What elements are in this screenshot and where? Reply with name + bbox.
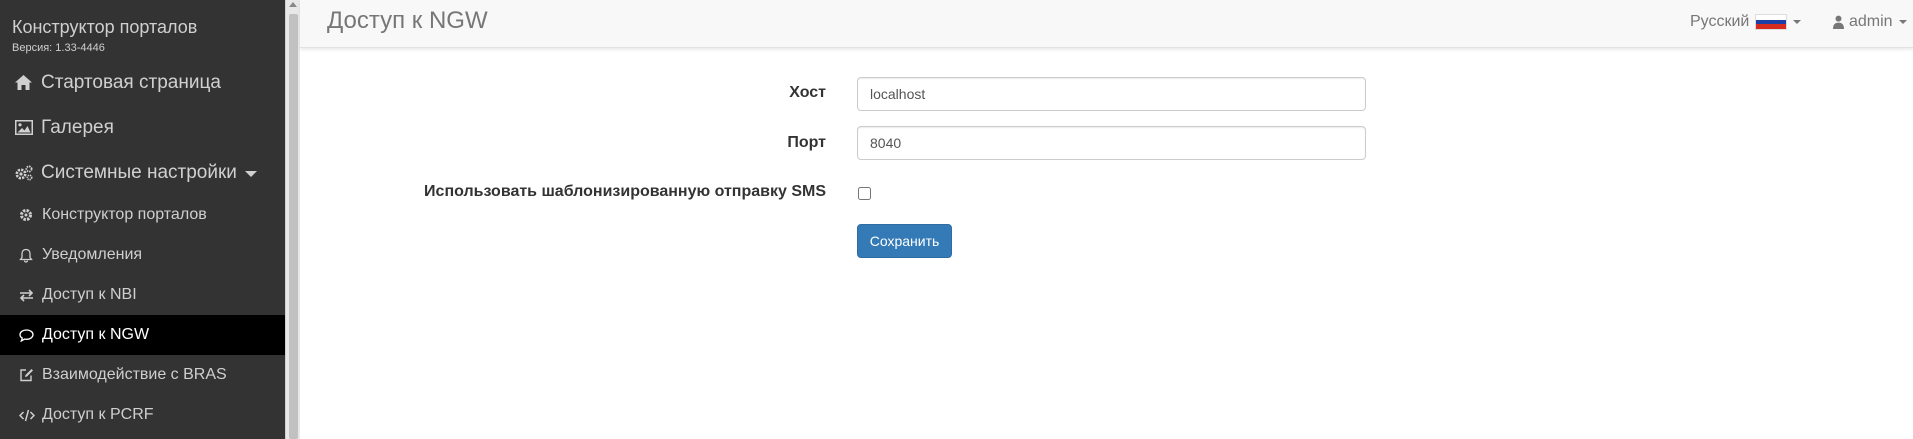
sidebar-item-label: Взаимодействие с BRAS bbox=[42, 366, 227, 383]
edit-icon bbox=[19, 368, 35, 382]
scrollbar-thumb[interactable] bbox=[289, 14, 298, 439]
sidebar-item-label: Стартовая страница bbox=[41, 71, 221, 93]
language-label: Русский bbox=[1690, 13, 1750, 30]
sidebar-item-label: Конструктор порталов bbox=[42, 206, 207, 223]
user-icon bbox=[1833, 15, 1844, 29]
header: Доступ к NGW Русский admin bbox=[300, 0, 1913, 48]
port-input[interactable] bbox=[857, 126, 1366, 160]
brand-version: Версия: 1.33-4446 bbox=[12, 42, 105, 54]
save-button[interactable]: Сохранить bbox=[857, 224, 952, 258]
chevron-down-icon bbox=[1793, 20, 1802, 24]
chevron-down-icon bbox=[244, 170, 257, 177]
user-menu[interactable]: admin bbox=[1833, 0, 1907, 44]
image-icon bbox=[15, 120, 35, 135]
sidebar-item-portal-builder[interactable]: Конструктор порталов bbox=[0, 195, 285, 235]
gear-icon bbox=[19, 208, 35, 222]
sidebar-item-label: Системные настройки bbox=[41, 161, 237, 183]
sidebar-item-label: Доступ к PCRF bbox=[42, 406, 154, 423]
sidebar-item-label: Уведомления bbox=[42, 246, 143, 263]
language-dropdown[interactable]: Русский bbox=[1690, 0, 1802, 44]
host-input[interactable] bbox=[857, 77, 1366, 111]
sidebar-item-label: Доступ к NGW bbox=[42, 326, 150, 343]
sms-template-checkbox[interactable] bbox=[858, 187, 871, 200]
scroll-up-arrow-icon[interactable] bbox=[289, 2, 297, 7]
brand-title[interactable]: Конструктор порталов bbox=[12, 16, 285, 38]
sidebar-item-ngw-access[interactable]: Доступ к NGW bbox=[0, 315, 285, 355]
comment-icon bbox=[19, 328, 35, 342]
gears-icon bbox=[15, 165, 35, 181]
sidebar-item-pcrf-access[interactable]: Доступ к PCRF bbox=[0, 395, 285, 435]
sidebar-item-bras[interactable]: Взаимодействие с BRAS bbox=[0, 355, 285, 395]
sidebar-item-label: Галерея bbox=[41, 116, 114, 138]
sidebar: Конструктор порталов Версия: 1.33-4446 С… bbox=[0, 0, 285, 439]
page-title: Доступ к NGW bbox=[327, 7, 488, 34]
russian-flag-icon bbox=[1755, 14, 1788, 30]
code-icon bbox=[19, 409, 35, 422]
user-name: admin bbox=[1849, 13, 1893, 30]
chevron-down-icon bbox=[1898, 20, 1907, 24]
sidebar-item-start-page[interactable]: Стартовая страница bbox=[0, 60, 285, 105]
sidebar-item-label: Доступ к NBI bbox=[42, 286, 137, 303]
brand: Конструктор порталов Версия: 1.33-4446 bbox=[0, 0, 285, 60]
sidebar-item-nbi-access[interactable]: Доступ к NBI bbox=[0, 275, 285, 315]
home-icon bbox=[15, 75, 35, 90]
scrollbar[interactable] bbox=[285, 0, 300, 439]
host-label: Хост bbox=[789, 84, 826, 101]
port-label: Порт bbox=[787, 134, 826, 151]
sms-template-label: Использовать шаблонизированную отправку … bbox=[424, 183, 826, 200]
sidebar-item-system-settings[interactable]: Системные настройки bbox=[0, 150, 285, 195]
sidebar-item-notifications[interactable]: Уведомления bbox=[0, 235, 285, 275]
exchange-icon bbox=[19, 288, 35, 302]
sidebar-item-gallery[interactable]: Галерея bbox=[0, 105, 285, 150]
bell-icon bbox=[19, 248, 35, 263]
